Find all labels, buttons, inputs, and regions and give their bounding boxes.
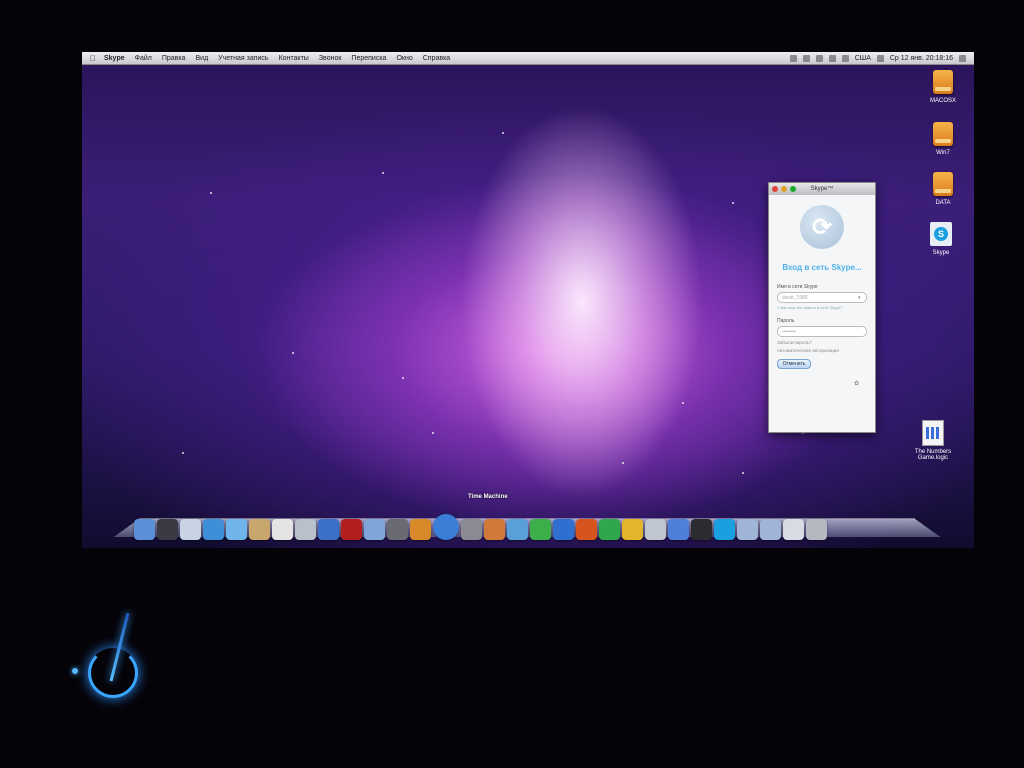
desktop-icon-label: Win7 — [936, 150, 950, 156]
dock-keynote-icon[interactable] — [484, 519, 505, 540]
star — [382, 172, 384, 174]
menu-account[interactable]: Учетная запись — [218, 55, 268, 62]
desktop-icon-data[interactable]: DATA — [918, 172, 968, 206]
desktop-icon-label: MACOSX — [929, 98, 956, 104]
dock-documents-folder-icon[interactable] — [760, 519, 781, 540]
menu-contacts[interactable]: Контакты — [279, 55, 309, 62]
power-led-dot — [72, 668, 78, 674]
dock-app-store-icon[interactable] — [668, 519, 689, 540]
star — [292, 352, 294, 354]
menu-clock[interactable]: Ср 12 янв. 20:18:16 — [890, 55, 953, 62]
dock-garageband-icon[interactable] — [410, 519, 431, 540]
dock-outlook-icon[interactable] — [622, 519, 643, 540]
username-value: alexit_1985 — [782, 294, 808, 301]
dock-iphoto-icon[interactable] — [364, 519, 385, 540]
star — [732, 202, 734, 204]
cancel-button[interactable]: Отменить — [777, 359, 811, 369]
desktop-icon-label: The Numbers Game.logic — [914, 449, 952, 461]
dock-applications-folder-icon[interactable] — [737, 519, 758, 540]
no-skype-name-link[interactable]: У вас еще нет имени в сети Skype? — [777, 305, 867, 310]
username-label: Имя в сети Skype — [777, 284, 818, 290]
skype-logo-icon: ⟳ — [800, 205, 844, 249]
menu-bar:  Skype Файл Правка Вид Учетная запись К… — [82, 52, 974, 65]
time-machine-menu-icon[interactable] — [815, 54, 823, 62]
dock-excel-icon[interactable] — [599, 519, 620, 540]
dock-safari-icon[interactable] — [203, 519, 224, 540]
dock-word-icon[interactable] — [553, 519, 574, 540]
hard-drive-icon — [933, 172, 953, 196]
star — [432, 432, 434, 434]
auto-login-checkbox[interactable]: Автоматическая авторизация — [777, 348, 867, 353]
password-label: Пароль — [777, 318, 795, 324]
dock-downloads-stack-icon[interactable] — [783, 519, 804, 540]
chevron-down-icon[interactable]: ▾ — [858, 295, 864, 301]
dock-address-book-icon[interactable] — [249, 519, 270, 540]
desktop-icon-win7[interactable]: Win7 — [918, 122, 968, 156]
wifi-icon[interactable] — [828, 54, 836, 62]
dock-tooltip: Time Machine — [468, 494, 508, 500]
dock-iwork-doc-icon[interactable] — [645, 519, 666, 540]
dock-time-machine-icon[interactable] — [433, 514, 459, 540]
desktop-icon-skype[interactable]: S Skype — [916, 222, 966, 256]
desktop-icon-label: Skype — [932, 250, 950, 256]
user-icon[interactable] — [959, 54, 966, 62]
dock-ichat-icon[interactable] — [226, 519, 247, 540]
skype-status-icon[interactable] — [789, 54, 797, 62]
dock-photo-booth-icon[interactable] — [341, 519, 362, 540]
dock-preview-icon[interactable] — [295, 519, 316, 540]
loading-spinner-icon: ✿ — [853, 381, 859, 387]
menu-call[interactable]: Звонок — [319, 55, 342, 62]
window-titlebar[interactable]: Skype™ — [769, 183, 875, 195]
desktop-icon-label: DATA — [935, 200, 951, 206]
menu-edit[interactable]: Правка — [162, 55, 186, 62]
menu-file[interactable]: Файл — [135, 55, 152, 62]
dock — [134, 514, 914, 540]
dock-skype-icon[interactable] — [714, 519, 735, 540]
dock-system-preferences-icon[interactable] — [461, 519, 482, 540]
hard-drive-icon — [933, 70, 953, 94]
dock-photo-icon[interactable] — [691, 519, 712, 540]
star — [402, 377, 404, 379]
login-heading: Вход в сеть Skype... — [782, 263, 862, 272]
star — [502, 132, 504, 134]
window-title: Skype™ — [810, 186, 834, 192]
star — [742, 472, 744, 474]
desktop-icon-numbers-file[interactable]: The Numbers Game.logic — [908, 420, 958, 461]
menu-help[interactable]: Справка — [423, 55, 450, 62]
dock-imovie-icon[interactable] — [387, 519, 408, 540]
dock-powerpoint-icon[interactable] — [576, 519, 597, 540]
password-field[interactable]: •••••••• — [777, 326, 867, 337]
skype-login-window: Skype™ ⟳ Вход в сеть Skype... Имя в сети… — [768, 182, 876, 433]
star — [210, 192, 212, 194]
star — [622, 462, 624, 464]
dock-finder-icon[interactable] — [134, 519, 155, 540]
volume-icon[interactable] — [841, 54, 849, 62]
star — [182, 452, 184, 454]
dock-mail-icon[interactable] — [180, 519, 201, 540]
desktop-screen:  Skype Файл Правка Вид Учетная запись К… — [82, 52, 974, 548]
menu-view[interactable]: Вид — [196, 55, 209, 62]
hard-drive-icon — [933, 122, 953, 146]
power-button-icon — [88, 648, 138, 698]
dock-dashboard-icon[interactable] — [157, 519, 178, 540]
password-value: •••••••• — [782, 328, 797, 335]
input-language[interactable]: СШA — [855, 55, 871, 62]
star — [682, 402, 684, 404]
dock-trash-icon[interactable] — [806, 519, 827, 540]
username-field[interactable]: alexit_1985 ▾ — [777, 292, 867, 303]
dock-itunes-icon[interactable] — [318, 519, 339, 540]
desktop-icon-macosx[interactable]: MACOSX — [918, 70, 968, 104]
menu-app-skype[interactable]: Skype — [104, 55, 125, 62]
apple-menu-icon[interactable]:  — [90, 54, 96, 63]
dock-pages-icon[interactable] — [507, 519, 528, 540]
numbers-document-icon — [922, 420, 944, 446]
menu-chat[interactable]: Переписка — [351, 55, 386, 62]
bluetooth-icon[interactable] — [802, 54, 810, 62]
menu-window[interactable]: Окно — [396, 55, 412, 62]
forgot-password-link[interactable]: Забыли пароль? — [777, 340, 867, 345]
dock-ical-icon[interactable] — [272, 519, 293, 540]
battery-icon[interactable] — [876, 54, 884, 62]
skype-app-icon: S — [930, 222, 952, 246]
dock-numbers-icon[interactable] — [530, 519, 551, 540]
